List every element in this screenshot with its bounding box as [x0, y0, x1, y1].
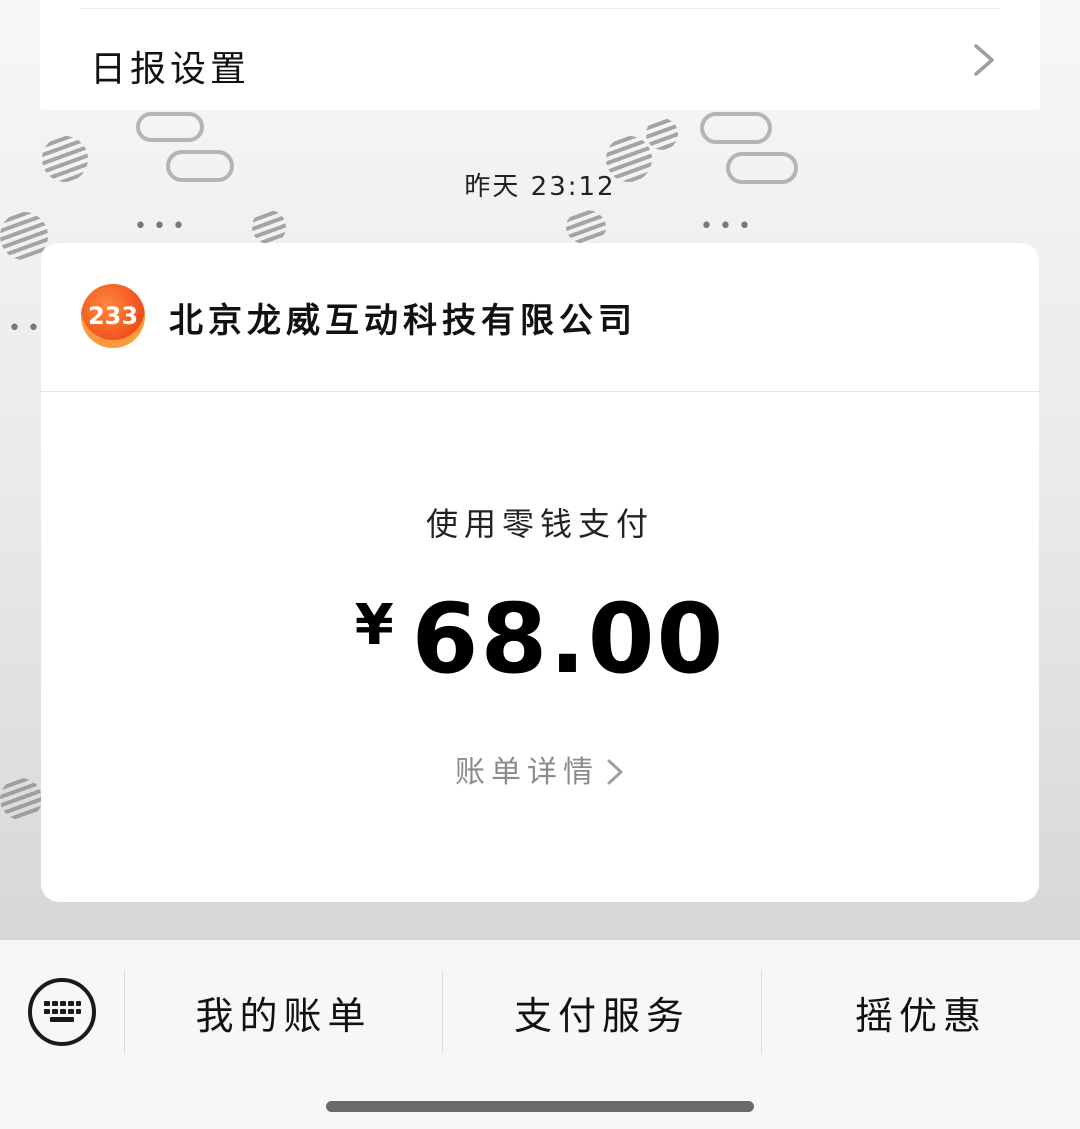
chevron-right-icon	[607, 759, 623, 785]
bill-details-link[interactable]: 账单详情	[41, 747, 1039, 791]
menu-item-my-bills[interactable]: 我的账单	[125, 970, 442, 1054]
merchant-row[interactable]: 233 北京龙威互动科技有限公司	[41, 243, 1039, 392]
bill-details-label: 账单详情	[455, 755, 599, 790]
payment-amount: ¥68.00	[41, 583, 1039, 695]
currency-symbol: ¥	[354, 593, 394, 658]
daily-report-settings-label: 日报设置	[90, 49, 251, 90]
chevron-right-icon	[974, 44, 994, 76]
bottom-menu-bar: 我的账单 支付服务 摇优惠	[0, 940, 1080, 1129]
payment-method-label: 使用零钱支付	[425, 505, 654, 543]
keyboard-icon	[44, 1001, 81, 1022]
merchant-avatar: 233	[81, 284, 145, 348]
message-timestamp: 昨天 23:12	[464, 172, 616, 202]
menu-item-payment-services[interactable]: 支付服务	[443, 970, 761, 1054]
menu-item-shake-discounts[interactable]: 摇优惠	[762, 970, 1080, 1054]
divider	[80, 8, 1000, 9]
amount-value: 68.00	[411, 583, 726, 695]
home-indicator[interactable]	[326, 1101, 754, 1112]
keyboard-toggle-button[interactable]	[28, 978, 96, 1046]
merchant-name: 北京龙威互动科技有限公司	[169, 301, 637, 341]
payment-notification-card[interactable]: 233 北京龙威互动科技有限公司 使用零钱支付 ¥68.00 账单详情	[41, 243, 1039, 902]
daily-report-settings-row[interactable]: 日报设置	[40, 0, 1040, 110]
